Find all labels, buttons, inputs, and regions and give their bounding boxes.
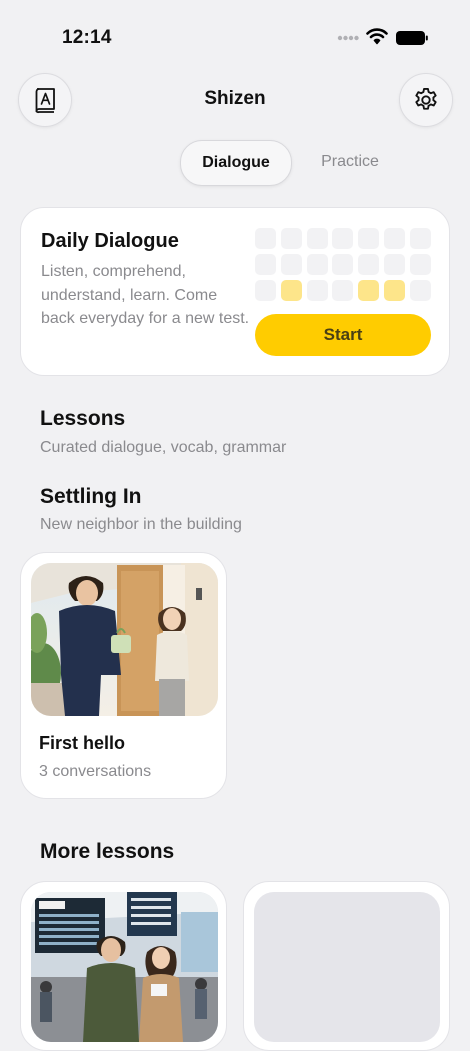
streak-cell [255,280,276,301]
settling-in-subtitle: New neighbor in the building [40,516,242,533]
daily-dialogue-title: Daily Dialogue [41,230,179,252]
streak-cell [306,228,328,249]
lessons-heading: Lessons [40,407,126,430]
streak-cell [383,228,405,249]
streak-cell [255,228,276,249]
tab-practice[interactable]: Practice [305,140,395,184]
settling-in-heading: Settling In [40,485,142,508]
streak-cell [409,280,431,301]
streak-cell [358,228,380,249]
more-lessons-heading: More lessons [40,840,175,863]
streak-cell-completed [358,280,380,301]
lesson-card-placeholder[interactable] [243,881,450,1051]
streak-cell [383,254,405,275]
streak-cell [255,254,276,275]
lesson-image [31,892,218,1042]
lessons-subtitle: Curated dialogue, vocab, grammar [40,439,287,456]
tab-dialogue[interactable]: Dialogue [180,140,292,186]
streak-cell [306,254,328,275]
streak-cell [409,254,431,275]
gear-icon [415,87,437,110]
lesson-image [31,563,218,716]
streak-cell [332,228,354,249]
streak-cell [280,254,302,275]
settings-button[interactable] [399,73,453,127]
streak-cell [332,254,354,275]
lesson-title: First hello [39,733,126,753]
streak-cell [280,228,302,249]
streak-cell [358,254,380,275]
wifi-icon [366,28,388,45]
status-bar: 12:14 [0,0,470,70]
start-button[interactable]: Start [255,314,431,356]
lesson-card-airport[interactable] [20,881,227,1051]
streak-cell-completed [280,280,302,301]
streak-grid [255,228,431,301]
lesson-card-first-hello[interactable]: First hello 3 conversations [20,552,227,799]
lesson-image-placeholder [254,892,440,1042]
lesson-subtitle: 3 conversations [39,763,152,780]
status-time: 12:14 [62,27,112,48]
battery-icon [396,31,428,45]
airport-illustration [31,892,218,1042]
signal-icon [337,35,359,41]
streak-cell [306,280,328,301]
neighbors-illustration [31,563,218,716]
daily-dialogue-description: Listen, comprehend, understand, learn. C… [41,263,250,327]
streak-cell [409,228,431,249]
streak-cell-completed [383,280,405,301]
streak-cell [332,280,354,301]
daily-dialogue-card: Daily Dialogue Listen, comprehend, under… [20,207,450,376]
